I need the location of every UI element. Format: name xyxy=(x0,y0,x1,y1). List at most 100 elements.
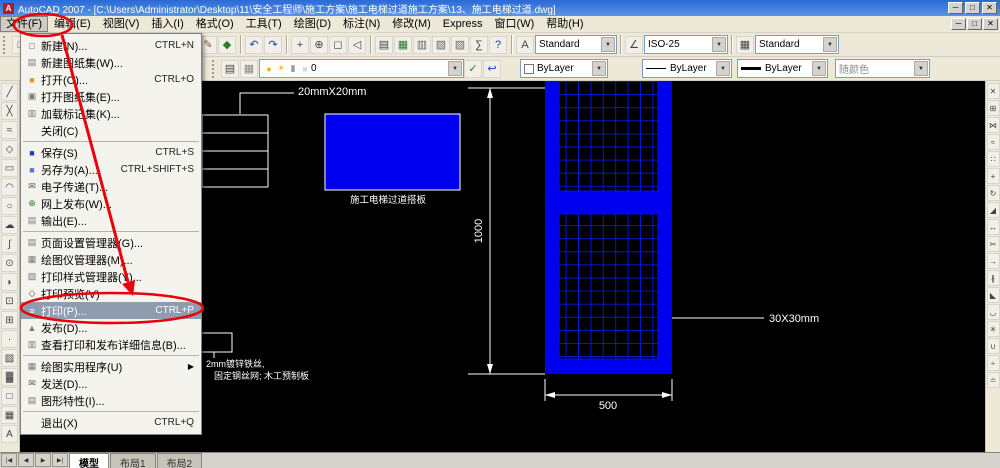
layer-on-icon[interactable]: ● xyxy=(263,64,275,74)
move-icon[interactable]: + xyxy=(986,168,1000,184)
explode-icon[interactable]: ✳ xyxy=(986,321,1000,337)
extend-icon[interactable]: → xyxy=(986,253,1000,269)
point-icon[interactable]: · xyxy=(1,330,18,348)
chamfer-icon[interactable]: ◣ xyxy=(986,287,1000,303)
mtext-icon[interactable]: A xyxy=(1,425,18,443)
help-icon[interactable]: ? xyxy=(489,35,507,54)
layout-tab-2[interactable]: 布局2 xyxy=(156,453,203,468)
break-icon[interactable]: ∦ xyxy=(986,270,1000,286)
sheetset-manager-icon[interactable]: ▧ xyxy=(432,35,450,54)
layer-color-swatch-icon[interactable]: ■ xyxy=(299,64,311,74)
file-menu-item-11[interactable]: ▤ 输出(E)... xyxy=(21,212,201,229)
file-menu-item-18[interactable]: ▲ 发布(D)... xyxy=(21,319,201,336)
file-menu-item-2[interactable]: ■ 打开(O)... CTRL+O xyxy=(21,71,201,88)
chevron-down-icon[interactable]: ▼ xyxy=(812,61,826,76)
table-style-combo[interactable]: Standard ▼ xyxy=(755,35,839,54)
insert-block-icon[interactable]: ⊡ xyxy=(1,292,18,310)
zoom-window-icon[interactable]: ◻ xyxy=(329,35,347,54)
layer-properties-icon[interactable]: ▤ xyxy=(221,59,239,78)
file-menu-item-10[interactable]: ⊕ 网上发布(W)... xyxy=(21,195,201,212)
menubar-item-6[interactable]: 绘图(D) xyxy=(288,16,337,32)
zoom-realtime-icon[interactable]: ⊕ xyxy=(310,35,328,54)
divide-icon[interactable]: ÷ xyxy=(986,355,1000,371)
file-menu-item-0[interactable]: □ 新建(N)... CTRL+N xyxy=(21,37,201,54)
construction-line-icon[interactable]: ╳ xyxy=(1,102,18,120)
file-menu-item-17[interactable]: ≡ 打印(P)... CTRL+P xyxy=(21,302,201,319)
chevron-down-icon[interactable]: ▼ xyxy=(448,61,462,76)
ellipse-arc-icon[interactable]: ◗ xyxy=(1,273,18,291)
minimize-button[interactable]: ─ xyxy=(948,2,963,14)
designcenter-icon[interactable]: ▦ xyxy=(394,35,412,54)
file-menu-item-1[interactable]: ▤ 新建图纸集(W)... xyxy=(21,54,201,71)
table-style-icon[interactable]: ▦ xyxy=(736,35,754,54)
file-menu-item-9[interactable]: ✉ 电子传递(T)... xyxy=(21,178,201,195)
dim-style-combo[interactable]: ISO-25 ▼ xyxy=(644,35,728,54)
chevron-down-icon[interactable]: ▼ xyxy=(712,37,726,52)
maximize-button[interactable]: □ xyxy=(965,2,980,14)
layer-unlock-icon[interactable]: ▮ xyxy=(287,63,299,74)
stretch-icon[interactable]: ↔ xyxy=(986,219,1000,235)
lineweight-combo[interactable]: ByLayer ▼ xyxy=(737,59,828,78)
circle-icon[interactable]: ○ xyxy=(1,197,18,215)
scale-icon[interactable]: ◢ xyxy=(986,202,1000,218)
gradient-icon[interactable]: ▓ xyxy=(1,368,18,386)
file-menu-item-16[interactable]: ◇ 打印预览(V) xyxy=(21,285,201,302)
join-icon[interactable]: ∪ xyxy=(986,338,1000,354)
measure-icon[interactable]: ≐ xyxy=(986,372,1000,388)
menubar-item-4[interactable]: 格式(O) xyxy=(190,16,240,32)
menubar-item-3[interactable]: 插入(I) xyxy=(145,16,189,32)
fillet-icon[interactable]: ◡ xyxy=(986,304,1000,320)
tab-nav-first-icon[interactable]: |◀ xyxy=(1,453,17,467)
chevron-down-icon[interactable]: ▼ xyxy=(716,61,730,76)
hatch-icon[interactable]: ▨ xyxy=(1,349,18,367)
file-menu-item-21[interactable]: ▦ 绘图实用程序(U) ▶ xyxy=(21,358,201,375)
polygon-icon[interactable]: ◇ xyxy=(1,140,18,158)
color-combo[interactable]: ByLayer ▼ xyxy=(520,59,608,78)
polyline-icon[interactable]: ≈ xyxy=(1,121,18,139)
menubar-item-10[interactable]: 窗口(W) xyxy=(489,16,541,32)
menubar-item-9[interactable]: Express xyxy=(437,16,489,32)
layout-tab-0[interactable]: 模型 xyxy=(69,453,109,468)
tool-palettes-icon[interactable]: ▥ xyxy=(413,35,431,54)
layer-previous-icon[interactable]: ↩ xyxy=(483,59,501,78)
make-object-layer-current-icon[interactable]: ✓ xyxy=(464,59,482,78)
tab-nav-prev-icon[interactable]: ◀ xyxy=(18,453,34,467)
menubar-item-0[interactable]: 文件(F) xyxy=(0,16,49,32)
menubar-item-11[interactable]: 帮助(H) xyxy=(540,16,589,32)
markup-set-manager-icon[interactable]: ▨ xyxy=(451,35,469,54)
layout-tab-1[interactable]: 布局1 xyxy=(110,453,156,468)
file-menu-item-4[interactable]: ▥ 加载标记集(K)... xyxy=(21,105,201,122)
linetype-combo[interactable]: ByLayer ▼ xyxy=(642,59,732,78)
arc-icon[interactable]: ◠ xyxy=(1,178,18,196)
file-menu-item-13[interactable]: ▤ 页面设置管理器(G)... xyxy=(21,234,201,251)
chevron-down-icon[interactable]: ▼ xyxy=(823,37,837,52)
array-icon[interactable]: ∷ xyxy=(986,151,1000,167)
chevron-down-icon[interactable]: ▼ xyxy=(914,61,928,76)
zoom-previous-icon[interactable]: ◁ xyxy=(348,35,366,54)
chevron-down-icon[interactable]: ▼ xyxy=(601,37,615,52)
undo-icon[interactable]: ↶ xyxy=(245,35,263,54)
menubar-item-1[interactable]: 编辑(E) xyxy=(48,16,97,32)
file-menu-item-7[interactable]: ■ 保存(S) CTRL+S xyxy=(21,144,201,161)
file-menu-item-3[interactable]: ▣ 打开图纸集(E)... xyxy=(21,88,201,105)
file-menu-item-23[interactable]: ▤ 图形特性(I)... xyxy=(21,392,201,409)
file-menu-item-22[interactable]: ✉ 发送(D)... xyxy=(21,375,201,392)
menubar-item-5[interactable]: 工具(T) xyxy=(240,16,288,32)
doc-minimize-button[interactable]: ─ xyxy=(951,18,966,30)
text-style-icon[interactable]: A xyxy=(516,35,534,54)
file-menu-item-14[interactable]: ▦ 绘图仪管理器(M)... xyxy=(21,251,201,268)
doc-restore-button[interactable]: □ xyxy=(967,18,982,30)
rectangle-icon[interactable]: ▭ xyxy=(1,159,18,177)
menubar-item-7[interactable]: 标注(N) xyxy=(337,16,386,32)
line-icon[interactable]: ╱ xyxy=(1,83,18,101)
file-menu-item-19[interactable]: ▥ 查看打印和发布详细信息(B)... xyxy=(21,336,201,353)
erase-icon[interactable]: ✕ xyxy=(986,83,1000,99)
file-menu-item-5[interactable]: 关闭(C) xyxy=(21,122,201,139)
revcloud-icon[interactable]: ☁ xyxy=(1,216,18,234)
doc-close-button[interactable]: ✕ xyxy=(983,18,998,30)
table-icon[interactable]: ▦ xyxy=(1,406,18,424)
file-menu-item-8[interactable]: ■ 另存为(A)... CTRL+SHIFT+S xyxy=(21,161,201,178)
menubar-item-8[interactable]: 修改(M) xyxy=(386,16,437,32)
toolbar-grip[interactable] xyxy=(212,59,217,78)
plotstyle-combo[interactable]: 随颜色 ▼ xyxy=(835,59,930,78)
